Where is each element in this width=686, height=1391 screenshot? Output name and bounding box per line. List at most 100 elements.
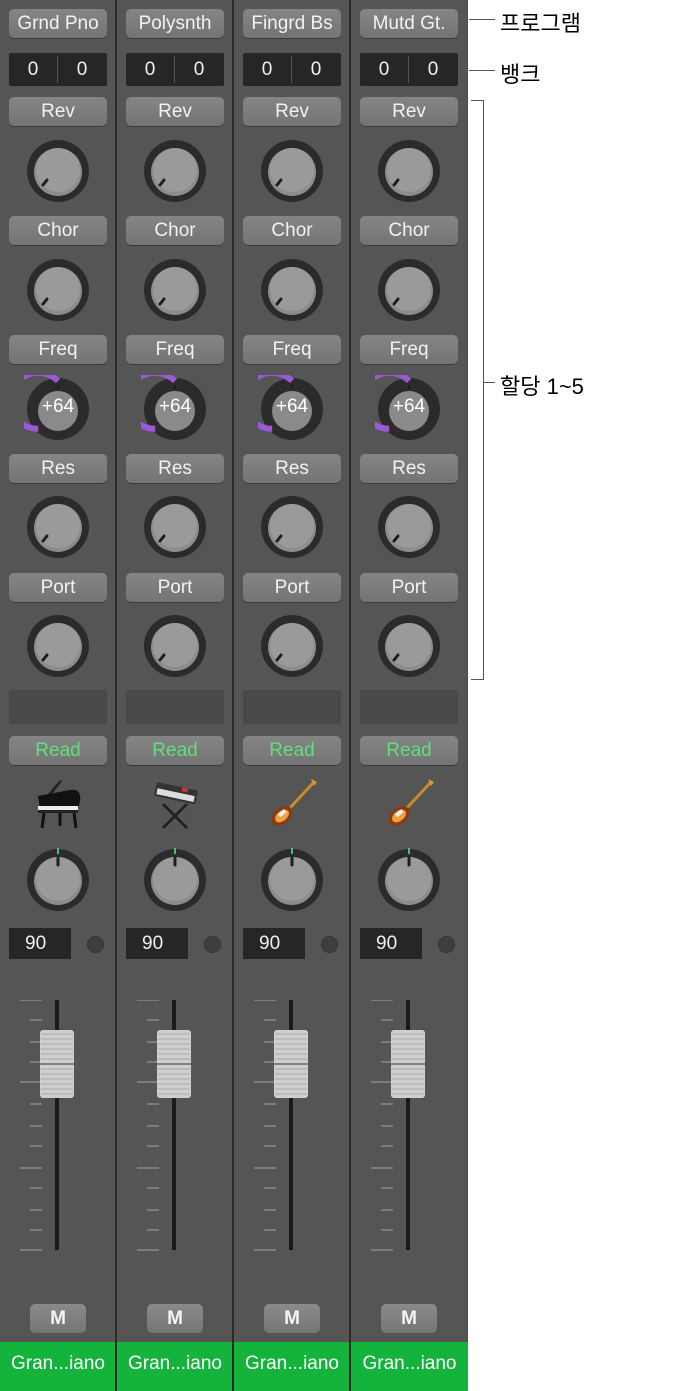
automation-read-button[interactable]: Read [9, 736, 107, 765]
assignment-knob-1[interactable] [24, 137, 92, 205]
bank-display[interactable]: 00 [126, 53, 224, 86]
bank-lsb-value[interactable]: 0 [409, 53, 457, 86]
volume-fader[interactable] [361, 999, 431, 1260]
volume-knob[interactable] [24, 846, 92, 914]
empty-slot [9, 690, 107, 724]
mute-button[interactable]: M [147, 1304, 203, 1333]
assignment-button-3[interactable]: Freq [9, 335, 107, 364]
empty-slot [243, 690, 341, 724]
bank-lsb-value[interactable]: 0 [175, 53, 223, 86]
channel-name[interactable]: Gran...iano [0, 1342, 116, 1391]
volume-knob[interactable] [375, 846, 443, 914]
volume-value[interactable]: 90 [360, 928, 422, 959]
assignments-callout: 할당 1~5 [500, 374, 584, 399]
automation-read-button[interactable]: Read [126, 736, 224, 765]
mute-button[interactable]: M [381, 1304, 437, 1333]
bank-divider [291, 56, 292, 83]
assignment-button-2[interactable]: Chor [243, 216, 341, 245]
bank-msb-value[interactable]: 0 [243, 53, 291, 86]
assignment-button-5[interactable]: Port [9, 573, 107, 602]
channel-name[interactable]: Gran...iano [234, 1342, 350, 1391]
assignment-button-3[interactable]: Freq [360, 335, 458, 364]
mute-button[interactable]: M [30, 1304, 86, 1333]
volume-value[interactable]: 90 [9, 928, 71, 959]
bank-msb-value[interactable]: 0 [9, 53, 57, 86]
volume-fader[interactable] [127, 999, 197, 1260]
assignment-knob-5[interactable] [141, 612, 209, 680]
assignment-button-2[interactable]: Chor [9, 216, 107, 245]
program-callout: 프로그램 [500, 11, 581, 36]
mute-button[interactable]: M [264, 1304, 320, 1333]
bank-display[interactable]: 00 [243, 53, 341, 86]
freq-knob-value: +64 [392, 396, 426, 417]
empty-slot [126, 690, 224, 724]
bank-lsb-value[interactable]: 0 [292, 53, 340, 86]
assignment-knob-2[interactable] [258, 256, 326, 324]
assignment-button-1[interactable]: Rev [9, 97, 107, 126]
assignment-button-3[interactable]: Freq [243, 335, 341, 364]
volume-knob[interactable] [258, 846, 326, 914]
assignment-button-5[interactable]: Port [360, 573, 458, 602]
synth-keyboard-icon [147, 776, 203, 832]
assignment-button-4[interactable]: Res [243, 454, 341, 483]
freq-knob-value: +64 [41, 396, 75, 417]
assignment-button-1[interactable]: Rev [126, 97, 224, 126]
assignment-button-4[interactable]: Res [9, 454, 107, 483]
assignment-knob-2[interactable] [24, 256, 92, 324]
assignment-knob-1[interactable] [141, 137, 209, 205]
bank-msb-value[interactable]: 0 [126, 53, 174, 86]
assignment-button-2[interactable]: Chor [126, 216, 224, 245]
assignment-button-5[interactable]: Port [126, 573, 224, 602]
indicator-dot [438, 936, 455, 953]
program-button[interactable]: Grnd Pno [9, 9, 107, 38]
assignment-knob-3[interactable]: +64 [375, 375, 443, 443]
assignment-knob-4[interactable] [141, 493, 209, 561]
assignment-knob-4[interactable] [24, 493, 92, 561]
bank-display[interactable]: 00 [9, 53, 107, 86]
bank-divider [174, 56, 175, 83]
assignment-knob-5[interactable] [375, 612, 443, 680]
volume-fader[interactable] [244, 999, 314, 1260]
assignment-button-5[interactable]: Port [243, 573, 341, 602]
channel-name[interactable]: Gran...iano [117, 1342, 233, 1391]
indicator-dot [204, 936, 221, 953]
bank-msb-value[interactable]: 0 [360, 53, 408, 86]
bank-divider [57, 56, 58, 83]
assignment-knob-2[interactable] [375, 256, 443, 324]
bank-display[interactable]: 00 [360, 53, 458, 86]
bank-callout-line [469, 70, 495, 71]
grand-piano-icon [30, 776, 86, 832]
assignment-button-3[interactable]: Freq [126, 335, 224, 364]
program-button[interactable]: Polysnth [126, 9, 224, 38]
volume-value[interactable]: 90 [243, 928, 305, 959]
program-button[interactable]: Fingrd Bs [243, 9, 341, 38]
freq-knob-value: +64 [275, 396, 309, 417]
electric-guitar-icon [381, 776, 437, 832]
indicator-dot [87, 936, 104, 953]
empty-slot [360, 690, 458, 724]
assignment-button-2[interactable]: Chor [360, 216, 458, 245]
assignment-knob-5[interactable] [24, 612, 92, 680]
assignment-knob-3[interactable]: +64 [24, 375, 92, 443]
assignment-knob-4[interactable] [258, 493, 326, 561]
assignment-knob-5[interactable] [258, 612, 326, 680]
assignment-button-1[interactable]: Rev [243, 97, 341, 126]
assignment-knob-1[interactable] [375, 137, 443, 205]
assignment-knob-3[interactable]: +64 [141, 375, 209, 443]
assignment-button-4[interactable]: Res [126, 454, 224, 483]
assignment-button-1[interactable]: Rev [360, 97, 458, 126]
program-button[interactable]: Mutd Gt. [360, 9, 458, 38]
channel-name[interactable]: Gran...iano [351, 1342, 468, 1391]
assignment-knob-2[interactable] [141, 256, 209, 324]
automation-read-button[interactable]: Read [360, 736, 458, 765]
volume-fader[interactable] [10, 999, 80, 1260]
bank-lsb-value[interactable]: 0 [58, 53, 106, 86]
assignment-knob-1[interactable] [258, 137, 326, 205]
assignment-knob-4[interactable] [375, 493, 443, 561]
volume-value[interactable]: 90 [126, 928, 188, 959]
assignment-button-4[interactable]: Res [360, 454, 458, 483]
automation-read-button[interactable]: Read [243, 736, 341, 765]
assignment-knob-3[interactable]: +64 [258, 375, 326, 443]
volume-knob[interactable] [141, 846, 209, 914]
indicator-dot [321, 936, 338, 953]
